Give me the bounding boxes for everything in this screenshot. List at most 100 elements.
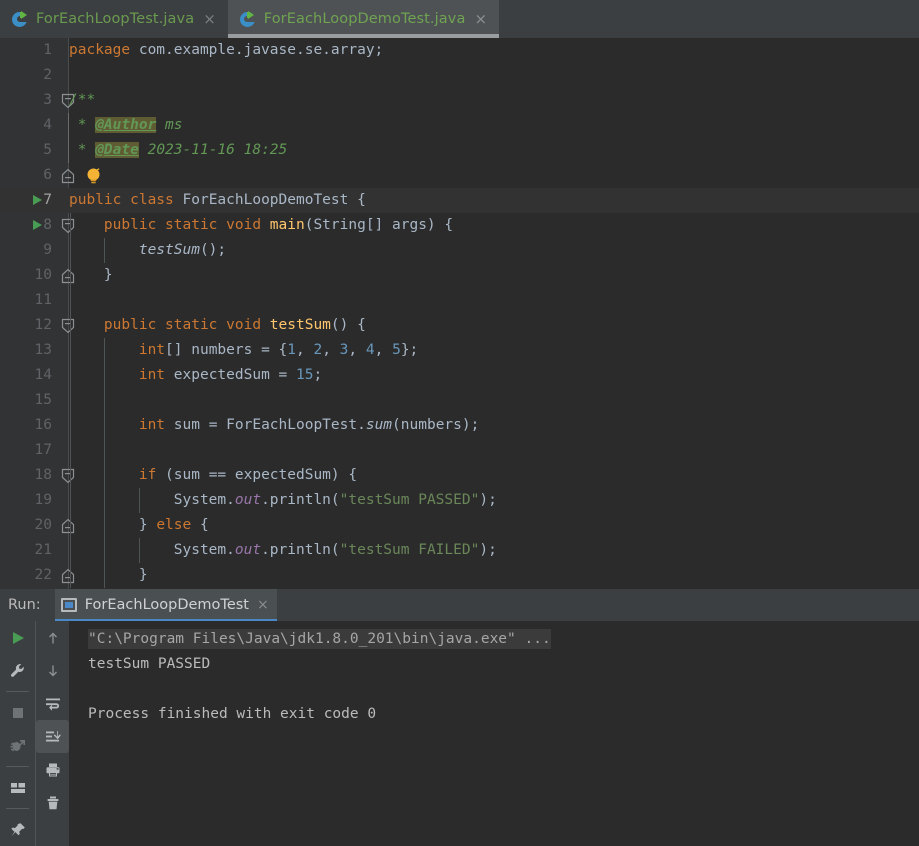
line-number: 15 (34, 392, 52, 408)
code-line[interactable]: 17 (0, 438, 919, 463)
wrench-icon (10, 663, 24, 677)
code-token: } (69, 567, 148, 583)
code-line[interactable]: 19 System.out.println("testSum PASSED"); (0, 488, 919, 513)
code-text: /** (69, 88, 95, 113)
close-icon[interactable]: × (201, 11, 218, 27)
run-toolbar-right (36, 621, 69, 846)
code-text: int[] numbers = {1, 2, 3, 4, 5}; (69, 338, 418, 363)
console-collapsed-command[interactable]: "C:\Program Files\Java\jdk1.8.0_201\bin\… (88, 629, 551, 649)
toolbar-divider (6, 766, 29, 767)
code-token: ; (313, 367, 323, 383)
line-number: 18 (34, 467, 52, 483)
line-number: 22 (34, 567, 52, 583)
run-tab-foreachloopdemotest[interactable]: ForEachLoopDemoTest × (54, 589, 277, 622)
editor-tab-foreachloopdemotest[interactable]: ForEachLoopDemoTest.java × (227, 0, 500, 38)
code-line[interactable]: 2 (0, 63, 919, 88)
editor-tab-foreachlooptest[interactable]: ForEachLoopTest.java × (0, 0, 228, 38)
code-text: public static void testSum() { (69, 313, 366, 338)
code-token: ); (479, 492, 497, 508)
code-line[interactable]: 9 testSum(); (0, 238, 919, 263)
edit-configuration-button[interactable] (0, 654, 35, 687)
soft-wrap-button[interactable] (36, 687, 69, 720)
code-line[interactable]: 8 public static void main(String[] args)… (0, 213, 919, 238)
java-class-icon (239, 10, 257, 28)
line-number: 6 (43, 167, 52, 183)
code-text: public class ForEachLoopDemoTest { (69, 188, 366, 213)
code-token: sum (365, 417, 393, 433)
code-line[interactable]: 21 System.out.println("testSum FAILED"); (0, 538, 919, 563)
line-number: 21 (34, 542, 52, 558)
code-lines: 1 package com.example.javase.se.array; 2 3 /… (0, 38, 919, 588)
close-icon[interactable]: × (257, 597, 269, 613)
code-token: else (156, 517, 192, 533)
pin-tab-button[interactable] (0, 813, 35, 846)
code-text: } else { (69, 513, 209, 538)
indent-guide (69, 388, 71, 413)
code-line[interactable]: 1 package com.example.javase.se.array; (0, 38, 919, 63)
line-number: 2 (43, 67, 52, 83)
code-line[interactable]: 14 int expectedSum = 15; (0, 363, 919, 388)
fold-end-icon[interactable] (61, 168, 76, 184)
trash-icon (47, 796, 58, 809)
code-line[interactable]: 18 if (sum == expectedSum) { (0, 463, 919, 488)
console-output-line: Process finished with exit code 0 (88, 706, 377, 722)
stop-background-processes-button[interactable] (0, 729, 35, 762)
code-token: main (269, 217, 305, 233)
code-line[interactable]: 20 } else { (0, 513, 919, 538)
code-token: public static void (103, 317, 270, 333)
run-toolbar-left (0, 621, 35, 846)
line-number: 20 (34, 517, 52, 533)
up-the-stack-button[interactable] (36, 621, 69, 654)
run-gutter-icon[interactable] (33, 195, 42, 205)
run-window-title: Run: (8, 597, 41, 613)
stop-button[interactable] (0, 696, 35, 729)
code-line[interactable]: 22 } (0, 563, 919, 588)
code-token: /** (69, 92, 96, 108)
code-token: testSum (269, 317, 331, 333)
code-line[interactable]: 4 * @Author ms (0, 113, 919, 138)
print-button[interactable] (36, 753, 69, 786)
console-output[interactable]: "C:\Program Files\Java\jdk1.8.0_201\bin\… (70, 621, 919, 846)
arrow-up-icon (48, 632, 57, 643)
down-the-stack-button[interactable] (36, 654, 69, 687)
line-number: 11 (34, 292, 52, 308)
run-gutter-icon[interactable] (33, 220, 42, 230)
rerun-button[interactable] (0, 621, 35, 654)
code-line[interactable]: 6 (0, 163, 919, 188)
code-token: expectedSum = (165, 367, 296, 383)
code-line[interactable]: 7 public class ForEachLoopDemoTest { (0, 188, 919, 213)
code-token: testSum (138, 242, 200, 258)
code-editor[interactable]: 1 package com.example.javase.se.array; 2 3 /… (0, 38, 919, 589)
line-number: 14 (34, 367, 52, 383)
printer-icon (46, 763, 59, 776)
code-token: * (69, 117, 96, 133)
clear-all-button[interactable] (36, 786, 69, 819)
code-text: } (69, 263, 113, 288)
code-line[interactable]: 12 public static void testSum() { (0, 313, 919, 338)
code-line[interactable]: 10 } (0, 263, 919, 288)
close-icon[interactable]: × (472, 11, 489, 27)
code-text: System.out.println("testSum FAILED"); (69, 538, 497, 563)
lightbulb-icon[interactable] (85, 167, 102, 185)
code-token: [] numbers = { (165, 342, 288, 358)
code-line[interactable]: 16 int sum = ForEachLoopTest.sum(numbers… (0, 413, 919, 438)
code-line[interactable]: 11 (0, 288, 919, 313)
line-number: 19 (34, 492, 52, 508)
scroll-to-end-icon (45, 730, 61, 741)
play-icon (12, 631, 24, 644)
line-number: 4 (43, 117, 52, 133)
code-line[interactable]: 3 /** (0, 88, 919, 113)
intellij-window: ForEachLoopTest.java × ForEachLoopDemoTe… (0, 0, 919, 846)
scroll-to-end-button[interactable] (36, 720, 69, 753)
code-line[interactable]: 15 (0, 388, 919, 413)
code-line[interactable]: 13 int[] numbers = {1, 2, 3, 4, 5}; (0, 338, 919, 363)
code-token: package (69, 42, 139, 58)
code-line[interactable]: 5 * @Date 2023-11-16 18:25 (0, 138, 919, 163)
code-token: ForEachLoopDemoTest (182, 192, 349, 208)
layout-button[interactable] (0, 771, 35, 804)
